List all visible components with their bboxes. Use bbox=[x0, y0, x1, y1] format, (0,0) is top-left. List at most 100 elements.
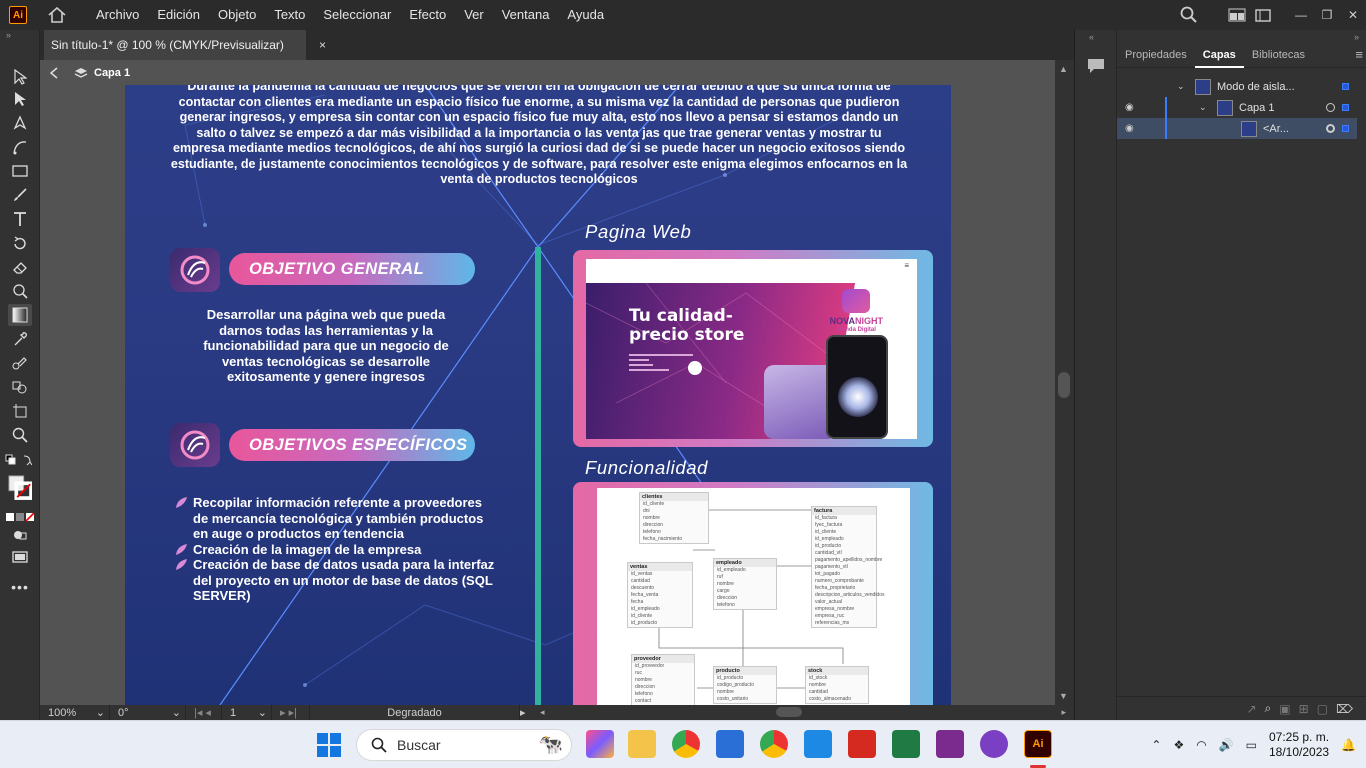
curvature-tool-icon[interactable] bbox=[8, 136, 32, 158]
acrobat-icon[interactable] bbox=[848, 730, 876, 758]
layer-selection-indicator[interactable] bbox=[1342, 125, 1349, 132]
menu-item[interactable]: Texto bbox=[265, 0, 314, 30]
status-menu-arrow-icon[interactable]: ▸ bbox=[520, 706, 530, 719]
menu-item[interactable]: Ayuda bbox=[558, 0, 613, 30]
clock[interactable]: 07:25 p. m. 18/10/2023 bbox=[1269, 730, 1329, 760]
isolation-layer-path[interactable]: Capa 1 bbox=[74, 67, 130, 79]
tab-propiedades[interactable]: Propiedades bbox=[1117, 42, 1195, 68]
notification-bell-icon[interactable]: 🔔 bbox=[1341, 738, 1356, 752]
more-tools-icon[interactable]: ••• bbox=[8, 576, 32, 598]
new-layer-icon[interactable]: ▢ bbox=[1317, 702, 1328, 716]
next-artboard-icon[interactable]: ▸ ▸| bbox=[272, 705, 310, 720]
current-tool-status[interactable]: Degradado bbox=[310, 705, 520, 720]
file-explorer-icon[interactable] bbox=[628, 730, 656, 758]
target-icon[interactable] bbox=[1326, 124, 1335, 133]
screen-mode-icon[interactable] bbox=[8, 546, 32, 568]
eyedropper-tool-icon[interactable] bbox=[8, 328, 32, 350]
artboard-select[interactable]: 1 ⌄ bbox=[222, 705, 272, 720]
layer-row-capa1[interactable]: ◉ ⌄ Capa 1 bbox=[1117, 97, 1357, 118]
scroll-down-icon[interactable]: ▼ bbox=[1059, 691, 1068, 701]
rotate-tool-icon[interactable] bbox=[8, 232, 32, 254]
wifi-icon[interactable]: ◠ bbox=[1196, 738, 1206, 752]
dropbox-icon[interactable]: ❖ bbox=[1173, 738, 1184, 752]
menu-item[interactable]: Edición bbox=[148, 0, 209, 30]
shape-builder-tool-icon[interactable] bbox=[8, 376, 32, 398]
github-desktop-icon[interactable] bbox=[980, 730, 1008, 758]
fill-stroke-icon[interactable] bbox=[8, 472, 32, 502]
close-tab-button[interactable]: × bbox=[319, 38, 326, 52]
menu-item[interactable]: Seleccionar bbox=[314, 0, 400, 30]
tab-capas[interactable]: Capas bbox=[1194, 42, 1244, 68]
scroll-left-icon[interactable]: ◂ bbox=[540, 707, 545, 718]
width-tool-icon[interactable] bbox=[8, 280, 32, 302]
default-colors-swap-icon[interactable] bbox=[4, 450, 32, 472]
layer-row-isolation[interactable]: ⌄ Modo de aisla... bbox=[1117, 76, 1357, 97]
chevron-down-icon[interactable]: ⌄ bbox=[1199, 102, 1207, 113]
layer-row-artwork[interactable]: ◉ <Ar... bbox=[1117, 118, 1357, 139]
first-artboard-icon[interactable]: |◂ ◂ bbox=[186, 705, 222, 720]
scroll-right-icon[interactable]: ▸ bbox=[1061, 707, 1066, 718]
close-window-button[interactable]: ✕ bbox=[1340, 0, 1366, 30]
make-clipping-mask-icon[interactable]: ▣ bbox=[1279, 702, 1290, 716]
gradient-tool-icon[interactable] bbox=[8, 304, 32, 326]
notepad-icon[interactable] bbox=[716, 730, 744, 758]
horizontal-scroll-thumb[interactable] bbox=[776, 707, 802, 717]
chevron-up-icon[interactable]: ⌃ bbox=[1151, 738, 1161, 752]
target-icon[interactable] bbox=[1326, 103, 1335, 112]
taskbar-search[interactable]: Buscar 🐄 bbox=[356, 729, 572, 761]
volume-icon[interactable]: 🔊 bbox=[1219, 738, 1234, 752]
pen-tool-icon[interactable] bbox=[8, 112, 32, 134]
vertical-scroll-thumb[interactable] bbox=[1058, 372, 1070, 398]
direct-selection-tool-icon[interactable] bbox=[8, 88, 32, 110]
menu-item[interactable]: Ventana bbox=[493, 0, 559, 30]
menu-item[interactable]: Ver bbox=[455, 0, 493, 30]
type-tool-icon[interactable] bbox=[8, 208, 32, 230]
zoom-select[interactable]: 100% ⌄ bbox=[40, 705, 110, 720]
visibility-eye-icon[interactable]: ◉ bbox=[1125, 102, 1137, 113]
menu-item[interactable]: Archivo bbox=[87, 0, 148, 30]
horizontal-scrollbar[interactable]: ◂ ▸ bbox=[530, 705, 1074, 720]
export-icon[interactable]: ↗ bbox=[1246, 702, 1256, 716]
menu-item[interactable]: Objeto bbox=[209, 0, 265, 30]
battery-icon[interactable]: ▭ bbox=[1246, 738, 1257, 752]
panel-menu-icon[interactable]: ≡ bbox=[1355, 47, 1363, 62]
paintbrush-tool-icon[interactable] bbox=[8, 184, 32, 206]
chrome-icon[interactable] bbox=[760, 730, 788, 758]
winrar-icon[interactable] bbox=[936, 730, 964, 758]
artboard[interactable]: Durante la pandemia la cantidad de negoc… bbox=[125, 85, 951, 705]
visibility-eye-icon[interactable]: ◉ bbox=[1125, 123, 1137, 134]
new-sublayer-icon[interactable]: ⊞ bbox=[1299, 702, 1309, 716]
workspace-switcher-icon[interactable] bbox=[1224, 0, 1250, 30]
delete-layer-icon[interactable]: ⌦ bbox=[1336, 702, 1353, 716]
zoom-tool-icon[interactable] bbox=[8, 424, 32, 446]
chrome-profile-icon[interactable] bbox=[672, 730, 700, 758]
eraser-tool-icon[interactable] bbox=[8, 256, 32, 278]
locate-object-icon[interactable]: ⌕ bbox=[1265, 701, 1272, 716]
artboard-tool-icon[interactable] bbox=[8, 400, 32, 422]
rectangle-tool-icon[interactable] bbox=[8, 160, 32, 182]
layer-selection-indicator[interactable] bbox=[1342, 83, 1349, 90]
illustrator-taskbar-icon[interactable]: Ai bbox=[1024, 730, 1052, 758]
home-icon[interactable] bbox=[47, 6, 67, 24]
exit-isolation-back-icon[interactable] bbox=[48, 66, 60, 79]
windows-start-icon[interactable] bbox=[317, 733, 341, 760]
scroll-up-icon[interactable]: ▲ bbox=[1059, 64, 1068, 74]
restore-button[interactable]: ❐ bbox=[1314, 0, 1340, 30]
collapse-dock-icon[interactable]: » bbox=[1354, 32, 1359, 42]
comments-icon[interactable] bbox=[1087, 58, 1105, 74]
collapse-panels-icon[interactable]: « bbox=[1089, 32, 1094, 42]
vscode-icon[interactable] bbox=[804, 730, 832, 758]
chevron-down-icon[interactable]: ⌄ bbox=[1177, 81, 1185, 92]
minimize-button[interactable]: — bbox=[1288, 0, 1314, 30]
vertical-scrollbar[interactable]: ▲ ▼ bbox=[1055, 60, 1074, 705]
excel-icon[interactable] bbox=[892, 730, 920, 758]
collapse-toolbar-icon[interactable]: » bbox=[0, 30, 39, 44]
layer-selection-indicator[interactable] bbox=[1342, 104, 1349, 111]
copilot-app-icon[interactable] bbox=[586, 730, 614, 758]
tab-bibliotecas[interactable]: Bibliotecas bbox=[1244, 42, 1313, 68]
rotation-select[interactable]: 0° ⌄ bbox=[110, 705, 186, 720]
menu-item[interactable]: Efecto bbox=[400, 0, 455, 30]
drawing-mode-icon[interactable] bbox=[8, 524, 32, 546]
canvas[interactable]: Durante la pandemia la cantidad de negoc… bbox=[40, 85, 1055, 705]
selection-tool-icon[interactable] bbox=[8, 66, 32, 88]
